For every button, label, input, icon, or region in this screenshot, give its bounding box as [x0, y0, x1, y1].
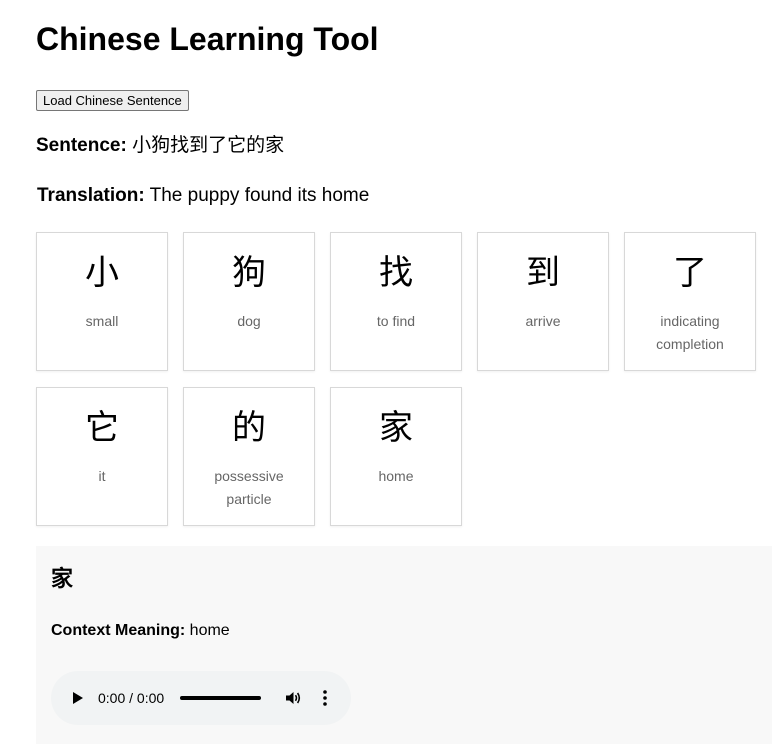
character-card[interactable]: 了 indicating completion — [624, 232, 756, 371]
play-icon[interactable] — [73, 692, 83, 704]
character-card[interactable]: 家 home — [330, 387, 462, 526]
card-meaning: indicating completion — [656, 313, 724, 352]
translation-text: The puppy found its home — [149, 185, 370, 206]
card-meaning: small — [85, 313, 119, 329]
sentence-label: Sentence: — [36, 135, 127, 156]
character-card-grid: 小 small 狗 dog 找 to find 到 arrive 了 indic… — [36, 232, 772, 526]
card-meaning: dog — [237, 313, 261, 329]
card-character: 到 — [526, 253, 560, 293]
page-title: Chinese Learning Tool — [36, 21, 379, 57]
detail-character: 家 — [51, 567, 74, 592]
audio-progress-slider[interactable] — [180, 696, 261, 700]
character-card[interactable]: 找 to find — [330, 232, 462, 371]
context-meaning-text: home — [189, 622, 230, 639]
card-meaning: it — [98, 468, 106, 484]
character-card[interactable]: 它 it — [36, 387, 168, 526]
card-character: 小 — [85, 253, 119, 293]
card-character: 家 — [379, 408, 413, 448]
card-meaning: to find — [376, 313, 416, 329]
card-character: 的 — [232, 408, 266, 448]
card-meaning: arrive — [525, 313, 561, 329]
translation-line: Translation: The puppy found its home — [37, 184, 369, 208]
audio-time-display: 0:00 / 0:00 — [98, 690, 165, 706]
character-card[interactable]: 小 small — [36, 232, 168, 371]
translation-label: Translation: — [37, 185, 145, 206]
card-meaning: possessive particle — [214, 468, 284, 507]
load-sentence-button[interactable]: Load Chinese Sentence — [36, 90, 189, 111]
card-character: 狗 — [232, 253, 266, 293]
context-meaning-label: Context Meaning: — [51, 622, 186, 639]
character-card[interactable]: 到 arrive — [477, 232, 609, 371]
sentence-text: 小狗找到了它的家 — [132, 135, 285, 156]
audio-player[interactable]: 0:00 / 0:00 — [51, 671, 351, 725]
sentence-line: Sentence: 小狗找到了它的家 — [36, 134, 284, 158]
volume-icon[interactable] — [284, 689, 302, 707]
context-meaning-line: Context Meaning: home — [51, 621, 230, 641]
character-detail-panel: 家 Context Meaning: home 0:00 / 0:00 — [36, 546, 772, 744]
character-card[interactable]: 狗 dog — [183, 232, 315, 371]
card-character: 了 — [673, 253, 707, 293]
card-character: 找 — [379, 253, 413, 293]
character-card[interactable]: 的 possessive particle — [183, 387, 315, 526]
card-character: 它 — [85, 408, 119, 448]
card-meaning: home — [378, 468, 414, 484]
more-vertical-icon[interactable] — [322, 689, 328, 707]
